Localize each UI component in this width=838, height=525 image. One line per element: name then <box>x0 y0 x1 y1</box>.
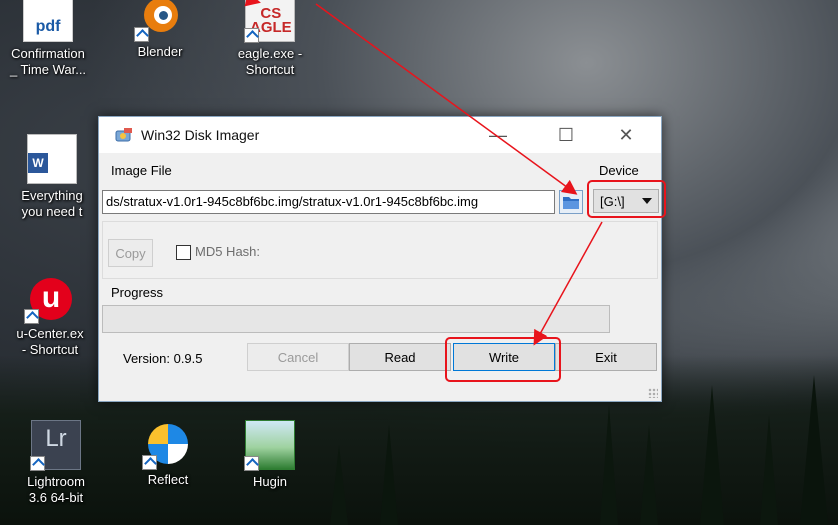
annotation-arrows <box>244 0 603 346</box>
arrow-to-eagle <box>244 0 261 7</box>
arrow-to-folder <box>315 3 578 195</box>
arrow-to-write <box>533 221 603 346</box>
